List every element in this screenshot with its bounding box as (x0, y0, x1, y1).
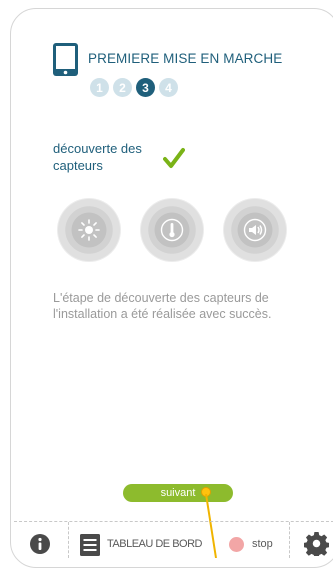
smartphone-icon (53, 43, 78, 76)
bottombar-separator (68, 522, 69, 558)
stop-indicator-icon[interactable] (229, 537, 244, 552)
light-sensor-icon (78, 219, 100, 241)
cursor-pointer-line (205, 494, 217, 558)
bottombar-divider (14, 521, 333, 522)
step-indicator: 1 2 3 4 (90, 78, 178, 97)
section-label: découverte des capteurs (53, 141, 142, 173)
info-icon[interactable] (30, 534, 50, 554)
dashboard-icon[interactable] (80, 534, 100, 556)
description-text: L'étape de découverte des capteurs de l'… (53, 291, 272, 321)
sound-sensor (223, 198, 287, 262)
dashboard-button-label[interactable]: TABLEAU DE BORD (107, 538, 203, 550)
step-2: 2 (113, 78, 132, 97)
sound-sensor-icon (243, 218, 267, 242)
temperature-sensor (140, 198, 204, 262)
gear-icon[interactable] (304, 531, 329, 556)
checkmark-icon (163, 148, 185, 168)
page-title: PREMIERE MISE EN MARCHE (88, 51, 283, 66)
stop-button-label[interactable]: stop (252, 538, 273, 550)
temperature-sensor-icon (160, 218, 184, 242)
step-4: 4 (159, 78, 178, 97)
light-sensor (57, 198, 121, 262)
step-1: 1 (90, 78, 109, 97)
bottombar-separator (289, 522, 290, 558)
step-3-active: 3 (136, 78, 155, 97)
